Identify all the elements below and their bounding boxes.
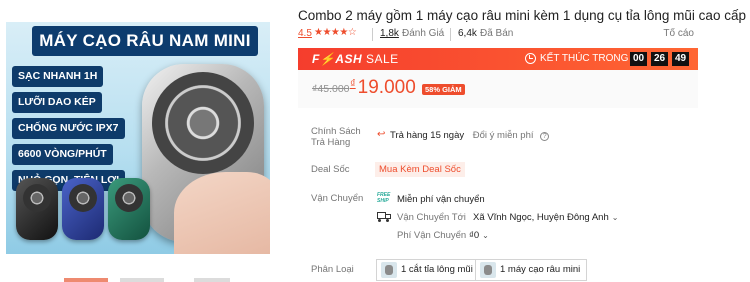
review-label: Đánh Giá <box>402 28 445 39</box>
image-feature: SẠC NHANH 1H <box>12 66 104 87</box>
hand-graphic <box>174 172 270 254</box>
variation-label: Phân Loại <box>311 264 354 275</box>
chevron-down-icon: ⌄ <box>611 213 619 222</box>
timer-seconds: 49 <box>672 52 689 66</box>
shipping-label: Vận Chuyển <box>311 193 364 204</box>
divider <box>372 28 373 41</box>
shaver-head-graphic <box>152 72 254 174</box>
sold-count: 6,4k <box>458 28 477 39</box>
truck-icon <box>377 212 391 222</box>
price-box: ₫45.000 ₫ 19.000 58% GIẢM <box>298 70 698 108</box>
chevron-down-icon: ⌄ <box>482 231 489 240</box>
thumbnail[interactable] <box>194 278 230 282</box>
free-shipping-text: Miễn phí vận chuyển <box>397 194 485 205</box>
timer-minutes: 26 <box>651 52 668 66</box>
rating-stars-icon: ★★★★☆ <box>314 27 357 38</box>
review-count[interactable]: 1,8k <box>380 28 399 39</box>
discount-badge: 58% GIẢM <box>422 84 465 95</box>
deal-label: Deal Sốc <box>311 164 350 175</box>
shipping-fee[interactable]: ₫0 ⌄ <box>469 230 489 241</box>
thumbnail[interactable] <box>64 278 108 282</box>
divider <box>450 28 451 41</box>
image-feature: LƯỠI DAO KÉP <box>12 92 102 113</box>
rating-row: 4.5 ★★★★☆ 1,8k Đánh Giá 6,4k Đã Bán Tố c… <box>298 27 694 42</box>
shaver-variant-blue <box>62 178 104 240</box>
return-policy-label: Chính Sách Trả Hàng <box>311 126 361 148</box>
rating-score[interactable]: 4.5 <box>298 28 312 39</box>
variant-option[interactable]: 1 máy cạo râu mini <box>475 259 588 281</box>
image-feature: 6600 VÒNG/PHÚT <box>12 144 113 165</box>
free-ship-icon: FREE SHIP <box>377 192 391 204</box>
ship-to-label: Vận Chuyển Tới <box>397 212 466 223</box>
shaver-variant-green <box>108 178 150 240</box>
shipping-fee-label: Phí Vận Chuyển <box>397 230 467 241</box>
return-icon: ↩ <box>377 129 386 140</box>
shaver-variant-black <box>16 178 58 240</box>
variant-thumbnail <box>480 262 496 278</box>
return-policy-value: Trả hàng 15 ngày Đổi ý miễn phí ? <box>390 130 550 141</box>
flash-sale-bar: F⚡ASH SALE KẾT THÚC TRONG 00 26 49 <box>298 48 698 70</box>
variant-option[interactable]: 1 cắt tỉa lông mũi <box>376 259 480 281</box>
clock-icon <box>525 53 536 64</box>
ship-to-location[interactable]: Xã Vĩnh Ngọc, Huyện Đông Anh ⌄ <box>473 212 618 223</box>
original-price: ₫45.000 <box>312 83 350 95</box>
variant-thumbnail <box>381 262 397 278</box>
product-title: Combo 2 máy gồm 1 máy cạo râu mini kèm 1… <box>298 8 746 23</box>
product-main-image[interactable]: MÁY CẠO RÂU NAM MINI SẠC NHANH 1H LƯỠI D… <box>6 22 270 254</box>
help-icon[interactable]: ? <box>540 132 550 141</box>
image-feature: CHỐNG NƯỚC IPX7 <box>12 118 125 139</box>
image-heading: MÁY CẠO RÂU NAM MINI <box>32 26 258 56</box>
timer-hours: 00 <box>630 52 647 66</box>
flash-sale-logo: F⚡ASH SALE <box>312 52 399 66</box>
thumbnail[interactable] <box>120 278 164 282</box>
flash-sale-ends-label: KẾT THÚC TRONG <box>540 53 629 64</box>
sold-label: Đã Bán <box>480 28 514 39</box>
current-price: ₫ 19.000 <box>350 77 416 98</box>
thumbnail-strip <box>64 278 234 282</box>
deal-badge[interactable]: Mua Kèm Deal Sốc <box>375 162 465 177</box>
report-link[interactable]: Tố cáo <box>663 28 694 39</box>
